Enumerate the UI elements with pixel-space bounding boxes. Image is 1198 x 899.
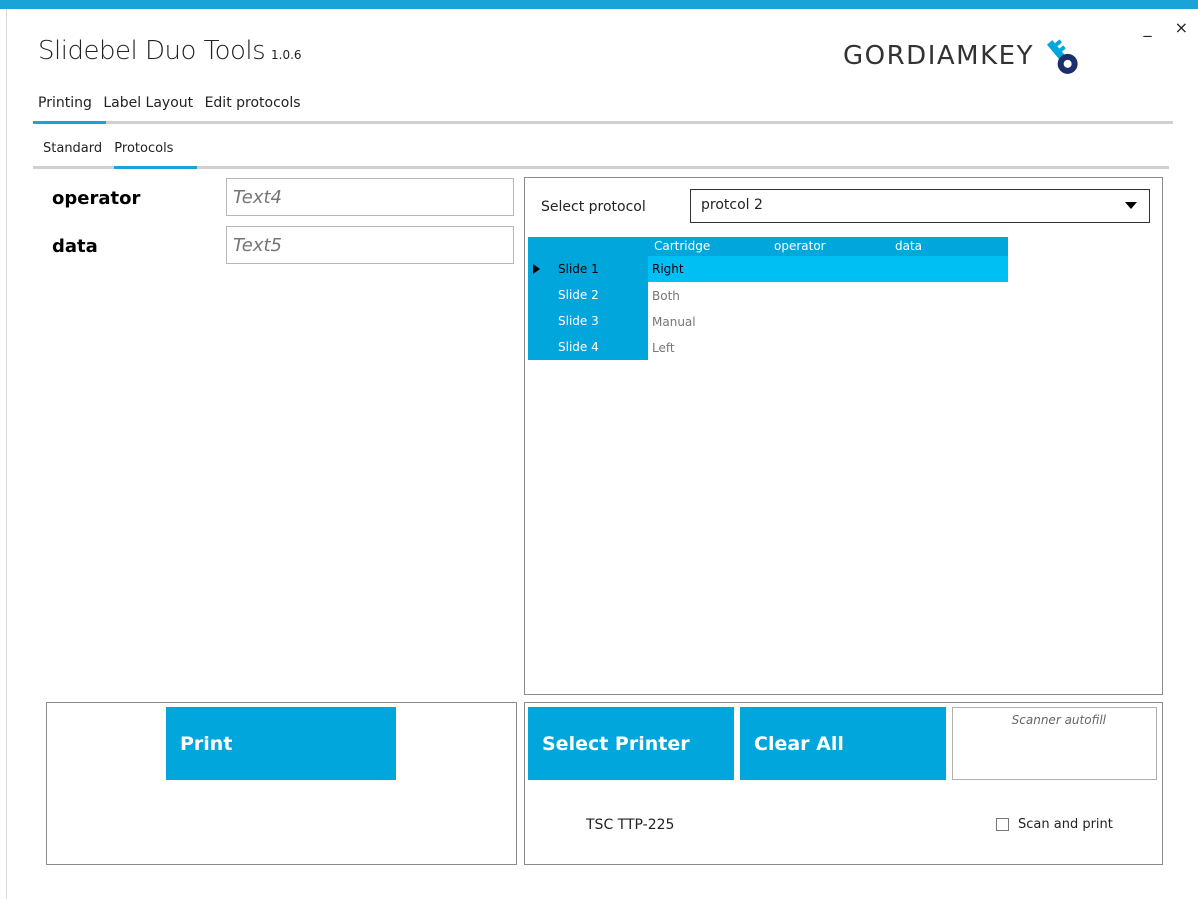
row-header-slide-4[interactable]: Slide 4 — [528, 334, 648, 360]
current-row-arrow-icon — [533, 264, 540, 274]
row-header-label: Slide 2 — [558, 288, 599, 302]
main-tab-active-indicator — [33, 121, 106, 124]
window-top-accent-bar — [0, 0, 1198, 9]
print-button[interactable]: Print — [166, 707, 396, 780]
printer-name: TSC TTP-225 — [586, 817, 675, 833]
column-header-operator[interactable]: operator — [774, 239, 826, 253]
data-input[interactable] — [226, 226, 514, 264]
scanner-autofill-placeholder: Scanner autofill — [1011, 713, 1106, 727]
protocol-dropdown-value: protcol 2 — [701, 197, 763, 213]
row-header-slide-1[interactable]: Slide 1 — [528, 256, 648, 282]
sub-tab-active-indicator — [114, 166, 197, 169]
row-header-label: Slide 4 — [558, 340, 599, 354]
main-tab-bar: Printing Label Layout Edit protocols — [38, 95, 308, 111]
sub-tab-bar: Standard Protocols — [43, 141, 181, 156]
chevron-down-icon — [1125, 202, 1137, 209]
logo-text: GORDIAMKEY — [843, 41, 1034, 71]
cell-cartridge[interactable]: Manual — [652, 315, 696, 329]
column-header-data[interactable]: data — [895, 239, 922, 253]
select-printer-button[interactable]: Select Printer — [528, 707, 734, 780]
column-header-cartridge[interactable]: Cartridge — [654, 239, 710, 253]
operator-label: operator — [52, 188, 141, 209]
data-label: data — [52, 236, 98, 257]
row-header-slide-3[interactable]: Slide 3 — [528, 308, 648, 334]
tab-label-layout[interactable]: Label Layout — [103, 95, 193, 111]
key-icon — [1046, 39, 1078, 74]
brand-logo: GORDIAMKEY — [843, 26, 1088, 86]
scanner-autofill-input[interactable]: Scanner autofill — [952, 707, 1157, 780]
select-protocol-label: Select protocol — [541, 199, 646, 215]
scan-and-print-checkbox[interactable] — [996, 818, 1009, 831]
app-version: 1.0.6 — [271, 48, 302, 62]
row-header-slide-2[interactable]: Slide 2 — [528, 282, 648, 308]
cell-cartridge[interactable]: Right — [652, 262, 684, 276]
scan-and-print-label[interactable]: Scan and print — [1018, 817, 1113, 832]
tab-edit-protocols[interactable]: Edit protocols — [205, 95, 301, 111]
operator-input[interactable] — [226, 178, 514, 216]
main-tab-divider — [33, 121, 1173, 124]
cell-cartridge[interactable]: Left — [652, 341, 675, 355]
grid-header-row: Cartridge operator data — [528, 237, 1008, 256]
cell-cartridge[interactable]: Both — [652, 289, 680, 303]
tab-protocols[interactable]: Protocols — [114, 141, 173, 156]
clear-all-button[interactable]: Clear All — [740, 707, 946, 780]
row-header-label: Slide 3 — [558, 314, 599, 328]
window-controls: _ × — [1126, 18, 1189, 37]
sub-tab-divider — [33, 166, 1169, 169]
protocol-dropdown[interactable]: protcol 2 — [690, 189, 1150, 223]
row-header-label: Slide 1 — [558, 262, 599, 276]
close-button[interactable]: × — [1175, 18, 1188, 37]
tab-standard[interactable]: Standard — [43, 141, 102, 156]
app-title: Slidebel Duo Tools — [38, 36, 266, 66]
minimize-button[interactable]: _ — [1144, 18, 1152, 37]
window-left-border — [6, 9, 7, 899]
tab-printing[interactable]: Printing — [38, 95, 92, 111]
